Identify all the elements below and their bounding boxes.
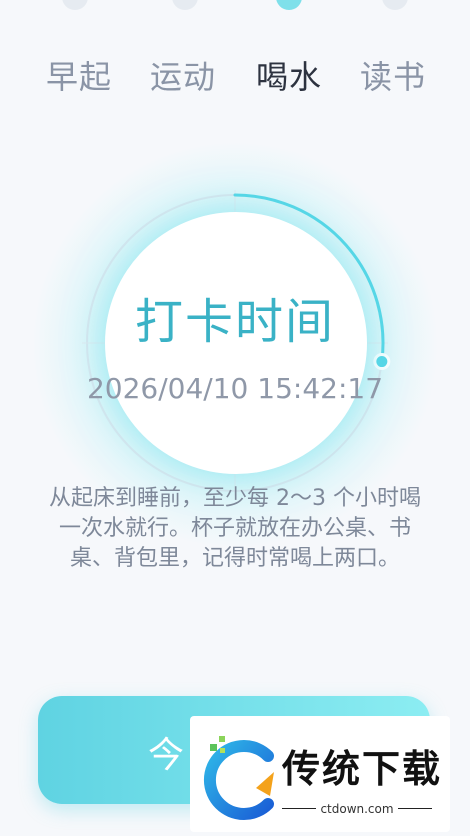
ctdown-logo-icon: [204, 736, 274, 820]
clock-progress-knob: [373, 353, 391, 371]
current-datetime: 2026/04/10 15:42:17: [86, 372, 384, 405]
watermark: 传统下载 ctdown.com: [190, 716, 450, 832]
watermark-url: ctdown.com: [316, 802, 398, 816]
checkin-time-title: 打卡时间: [134, 294, 335, 350]
watermark-brand: 传统下载: [282, 747, 443, 791]
water-tip-text: 从起床到睡前，至少每 2～3 个小时喝一次水就行。杯子就放在办公桌、书桌、背包里…: [49, 486, 421, 571]
checkin-button-label: 今: [148, 735, 189, 776]
